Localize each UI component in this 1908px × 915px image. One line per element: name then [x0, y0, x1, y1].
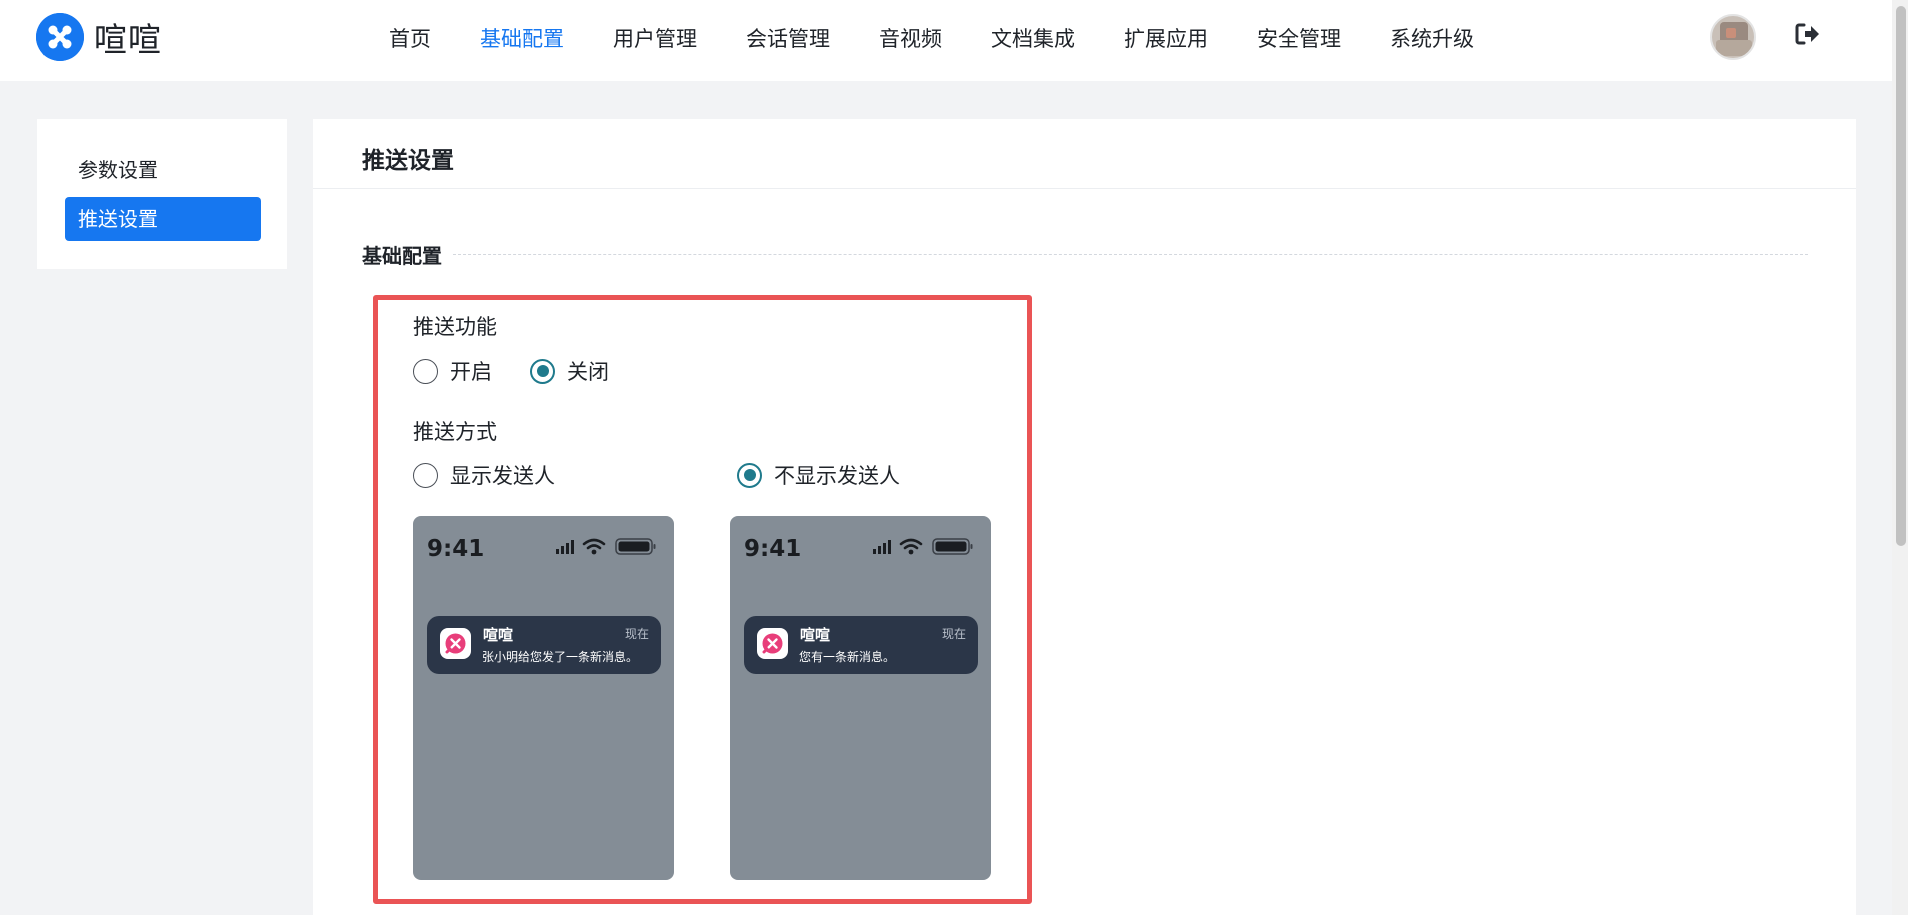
status-bar-icons — [873, 538, 973, 555]
phone-preview-show-sender: 9:41 喧喧 现在 张小明给您发了一条新消息。 — [413, 516, 674, 880]
app-icon — [440, 628, 471, 659]
radio-push-off[interactable]: 关闭 — [530, 356, 609, 386]
title-divider — [313, 188, 1856, 189]
radio-hide-sender[interactable]: 不显示发送人 — [737, 460, 900, 490]
notification-time: 现在 — [941, 627, 966, 641]
nav-item-home[interactable]: 首页 — [389, 22, 431, 56]
nav-item-document-integration[interactable]: 文档集成 — [991, 22, 1075, 56]
notification-card: 喧喧 现在 张小明给您发了一条新消息。 — [427, 616, 661, 674]
sidebar: 参数设置 推送设置 — [37, 119, 287, 269]
sidebar-item-push-settings[interactable]: 推送设置 — [65, 197, 261, 241]
notification-message: 张小明给您发了一条新消息。 — [482, 650, 639, 664]
radio-circle[interactable] — [413, 358, 438, 384]
nav-item-security[interactable]: 安全管理 — [1257, 22, 1341, 56]
top-navbar: 喧喧 首页 基础配置 用户管理 会话管理 音视频 文档集成 扩展应用 安全管理 … — [0, 0, 1908, 81]
nav-item-basic-config[interactable]: 基础配置 — [480, 22, 564, 56]
nav-item-audio-video[interactable]: 音视频 — [879, 22, 942, 56]
avatar[interactable] — [1710, 14, 1756, 60]
brand-logo[interactable]: 喧喧 — [36, 13, 162, 61]
radio-label: 开启 — [450, 360, 492, 384]
radio-show-sender[interactable]: 显示发送人 — [413, 460, 555, 490]
radio-circle-selected[interactable] — [737, 462, 762, 488]
notification-app-name: 喧喧 — [800, 626, 831, 644]
status-bar-icons — [556, 538, 656, 555]
notification-time: 现在 — [624, 627, 649, 641]
main-nav: 首页 基础配置 用户管理 会话管理 音视频 文档集成 扩展应用 安全管理 系统升… — [389, 22, 1474, 56]
radio-label: 不显示发送人 — [774, 464, 900, 488]
page-scrollbar-thumb[interactable] — [1896, 6, 1906, 546]
notification-app-name: 喧喧 — [483, 626, 514, 644]
push-mode-label: 推送方式 — [413, 420, 497, 444]
sign-out-icon[interactable] — [1794, 20, 1822, 48]
phone-preview-hide-sender: 9:41 喧喧 现在 您有一条新消息。 — [730, 516, 991, 880]
radio-label: 显示发送人 — [450, 464, 555, 488]
brand-name: 喧喧 — [94, 20, 162, 59]
nav-item-extension-apps[interactable]: 扩展应用 — [1124, 22, 1208, 56]
radio-circle[interactable] — [413, 462, 438, 488]
radio-circle-selected[interactable] — [530, 358, 555, 384]
nav-item-system-upgrade[interactable]: 系统升级 — [1390, 22, 1474, 56]
section-divider — [453, 254, 1808, 255]
section-title: 基础配置 — [362, 240, 448, 269]
app-icon — [757, 628, 788, 659]
sidebar-item-parameters[interactable]: 参数设置 — [65, 148, 261, 192]
logo-icon — [36, 13, 84, 61]
radio-push-on[interactable]: 开启 — [413, 356, 492, 386]
nav-item-session-management[interactable]: 会话管理 — [746, 22, 830, 56]
phone-time: 9:41 — [744, 536, 802, 562]
notification-card: 喧喧 现在 您有一条新消息。 — [744, 616, 978, 674]
radio-label: 关闭 — [567, 360, 609, 384]
notification-message: 您有一条新消息。 — [799, 650, 896, 664]
push-function-label: 推送功能 — [413, 315, 497, 339]
nav-item-user-management[interactable]: 用户管理 — [613, 22, 697, 56]
page-title: 推送设置 — [362, 148, 454, 174]
phone-time: 9:41 — [427, 536, 485, 562]
